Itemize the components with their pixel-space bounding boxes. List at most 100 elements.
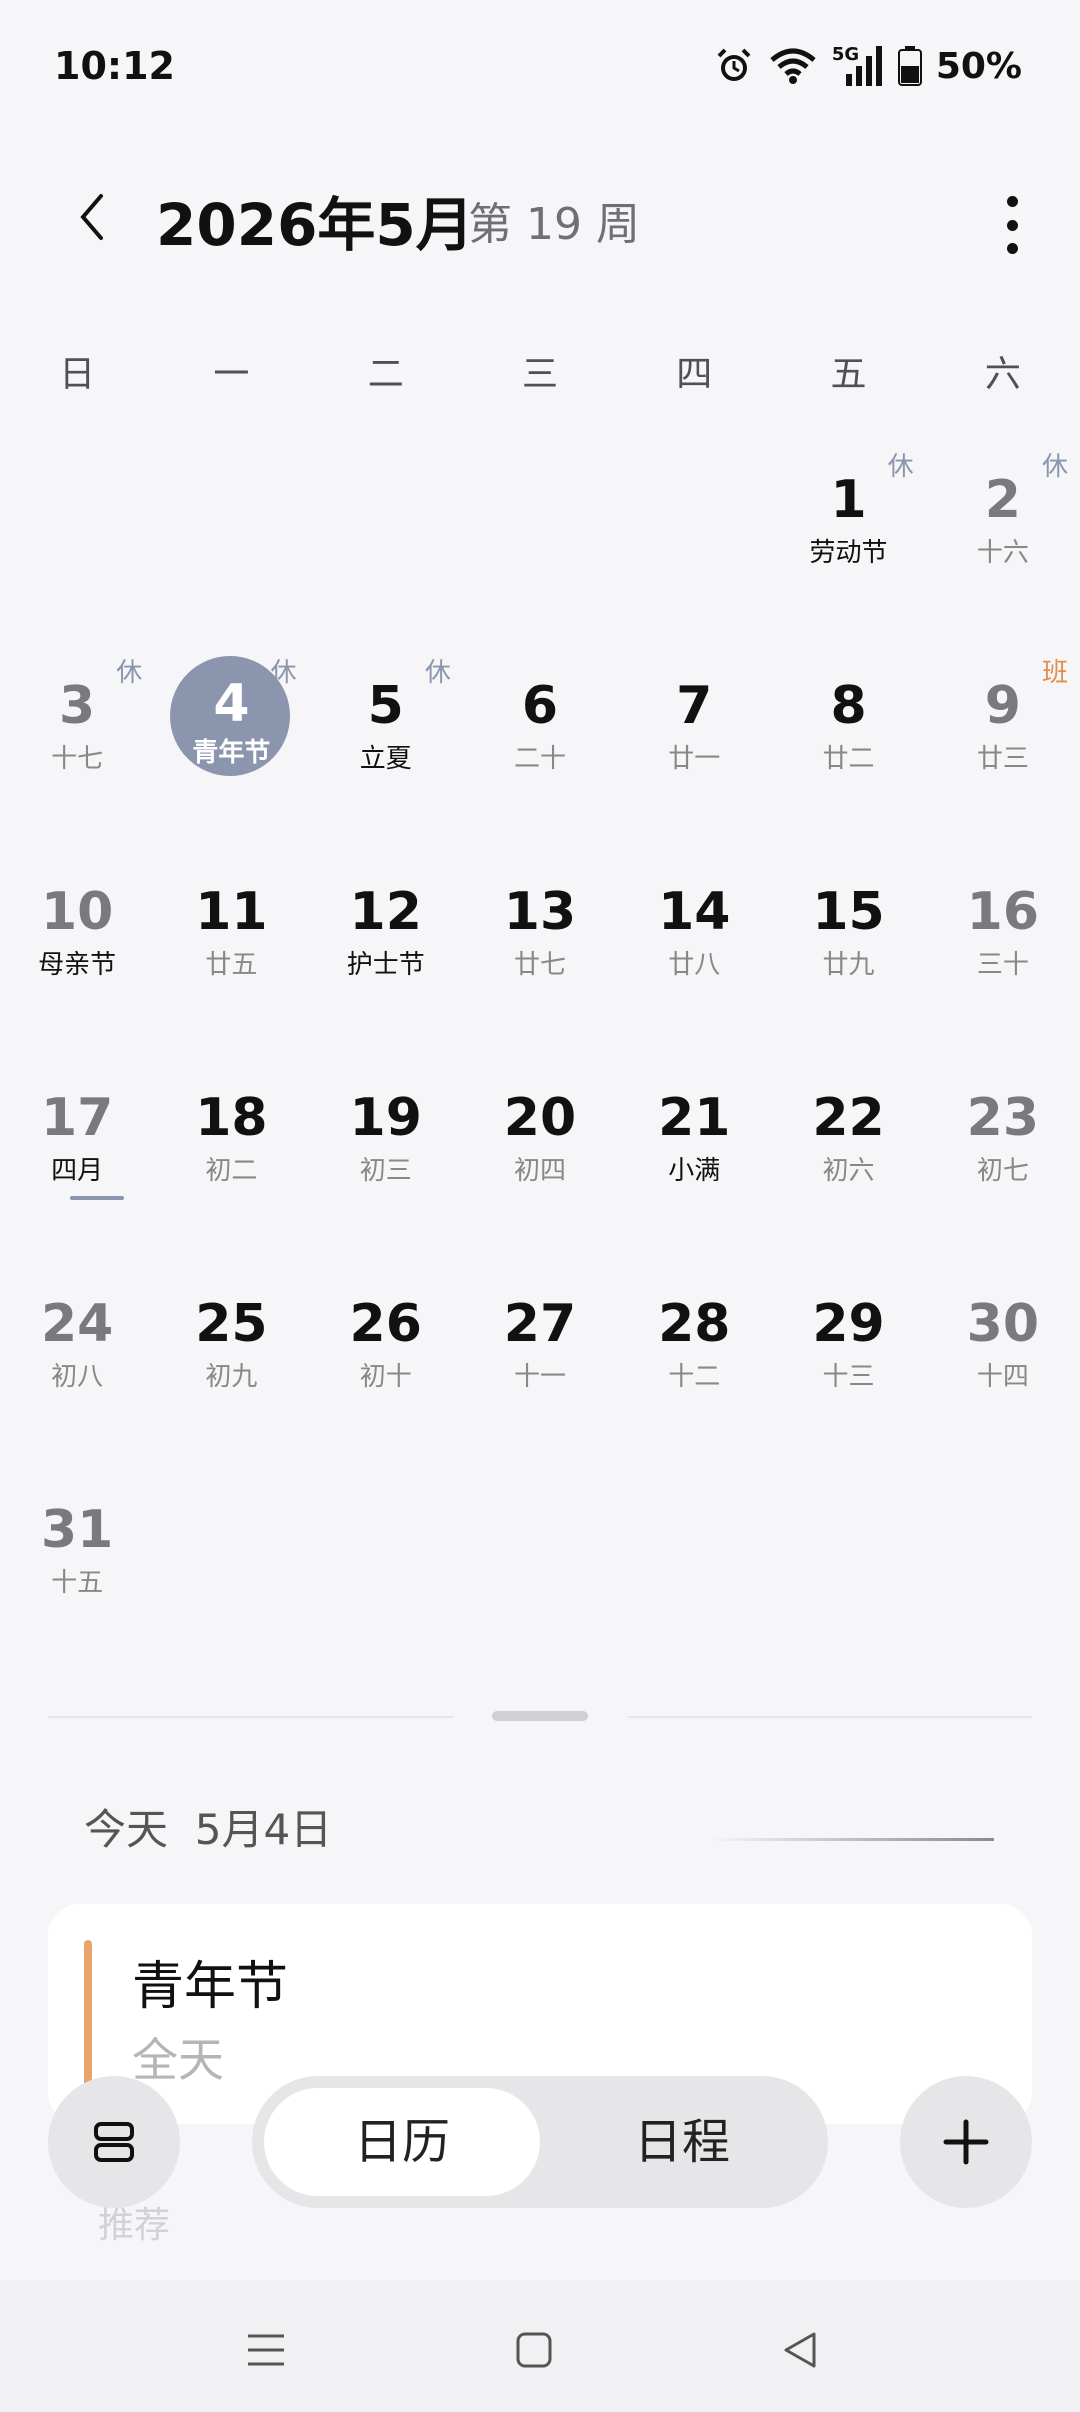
battery-percent: 50% — [935, 45, 1022, 87]
day-cell[interactable]: 3 十七休 — [0, 636, 154, 842]
day-cell[interactable]: 14 廿八 — [617, 842, 771, 1048]
day-number: 12 — [349, 882, 422, 942]
back-triangle-icon — [784, 2332, 816, 2368]
month-title[interactable]: 2026年5月 — [156, 178, 474, 262]
day-cell[interactable]: 16 三十 — [926, 842, 1080, 1048]
day-cell[interactable]: 15 廿九 — [771, 842, 925, 1048]
lunar-label: 廿二 — [822, 744, 875, 774]
day-cell[interactable]: 28 十二 — [617, 1254, 771, 1460]
lunar-label: 初八 — [51, 1362, 104, 1392]
battery-icon — [897, 46, 922, 86]
back-nav-button[interactable] — [760, 2310, 840, 2390]
lunar-label: 十一 — [513, 1362, 566, 1392]
lunar-label: 护士节 — [346, 950, 425, 980]
empty-day-cell — [154, 430, 308, 636]
day-number: 25 — [195, 1294, 268, 1354]
day-cell[interactable]: 18 初二 — [154, 1048, 308, 1254]
chevron-left-icon — [80, 194, 103, 240]
day-cell[interactable]: 6 二十 — [463, 636, 617, 842]
lunar-label: 初二 — [205, 1156, 258, 1186]
day-number: 31 — [40, 1500, 114, 1560]
layout-toggle-button[interactable] — [48, 2076, 180, 2208]
layout-icon — [94, 2122, 134, 2162]
day-number: 8 — [830, 676, 867, 736]
day-number: 6 — [521, 676, 559, 736]
day-cell[interactable]: 20 初四 — [463, 1048, 617, 1254]
day-cell[interactable]: 23 初七 — [926, 1048, 1080, 1254]
day-cell[interactable]: 7 廿一 — [617, 636, 771, 842]
lunar-label: 母亲节 — [38, 950, 117, 980]
day-cell[interactable]: 21 小满 — [617, 1048, 771, 1254]
add-event-button[interactable] — [900, 2076, 1032, 2208]
lunar-label: 廿七 — [513, 950, 566, 980]
day-cell[interactable]: 24 初八 — [0, 1254, 154, 1460]
lunar-label: 劳动节 — [809, 538, 888, 568]
menu-icon — [248, 2334, 284, 2366]
week-row: 31 十五 — [0, 1460, 1080, 1666]
weekday-label: 三 — [521, 354, 558, 395]
more-options-button[interactable] — [992, 190, 1032, 260]
lunar-label: 初四 — [513, 1156, 566, 1186]
status-time: 10:12 — [54, 44, 175, 88]
day-cell[interactable]: 27 十一 — [463, 1254, 617, 1460]
empty-day-cell — [617, 1460, 771, 1666]
back-button[interactable] — [62, 182, 122, 252]
day-number: 11 — [195, 882, 268, 942]
home-button[interactable] — [494, 2310, 574, 2390]
day-cell[interactable]: 4 青年节休 — [154, 636, 308, 842]
day-number: 24 — [40, 1294, 114, 1354]
lunar-label: 立夏 — [359, 744, 412, 774]
day-cell[interactable]: 25 初九 — [154, 1254, 308, 1460]
empty-day-cell — [926, 1460, 1080, 1666]
day-cell[interactable]: 12 护士节 — [309, 842, 463, 1048]
day-cell[interactable]: 29 十三 — [771, 1254, 925, 1460]
calendar-grid: 1 劳动节休 2 十六休 3 十七休 4 青年节休 5 立夏休 6 二十 7 廿一 8 廿二 9 廿三班 10 母亲节… — [0, 430, 1080, 1666]
day-cell[interactable]: 1 劳动节休 — [771, 430, 925, 636]
day-cell[interactable]: 26 初十 — [309, 1254, 463, 1460]
day-cell[interactable]: 13 廿七 — [463, 842, 617, 1048]
lunar-label: 十四 — [976, 1362, 1029, 1392]
day-cell[interactable]: 17 四月 — [0, 1048, 154, 1254]
day-cell[interactable]: 9 廿三班 — [926, 636, 1080, 842]
month-start-marker — [70, 1196, 124, 1200]
day-cell[interactable]: 19 初三 — [309, 1048, 463, 1254]
5g-signal-icon: 5G — [832, 44, 884, 88]
tab-schedule[interactable]: 日程 — [544, 2088, 820, 2196]
day-number: 15 — [812, 882, 885, 942]
day-cell[interactable]: 2 十六休 — [926, 430, 1080, 636]
empty-day-cell — [463, 1460, 617, 1666]
alarm-icon — [714, 46, 754, 86]
day-number: 22 — [812, 1088, 885, 1148]
lunar-label: 初十 — [359, 1362, 412, 1392]
tab-calendar[interactable]: 日历 — [264, 2088, 540, 2196]
day-cell[interactable]: 10 母亲节 — [0, 842, 154, 1048]
lunar-label: 十三 — [822, 1362, 875, 1392]
drag-handle[interactable] — [492, 1711, 588, 1721]
day-number: 19 — [349, 1088, 422, 1148]
day-cell[interactable]: 5 立夏休 — [309, 636, 463, 842]
day-cell[interactable]: 11 廿五 — [154, 842, 308, 1048]
status-icons: 5G 50% — [714, 44, 1022, 88]
day-cell[interactable]: 30 十四 — [926, 1254, 1080, 1460]
empty-day-cell — [617, 430, 771, 636]
day-number: 17 — [40, 1088, 114, 1148]
day-cell[interactable]: 8 廿二 — [771, 636, 925, 842]
lunar-label: 十五 — [51, 1568, 104, 1598]
holiday-tag: 休 — [270, 658, 297, 688]
day-cell[interactable]: 22 初六 — [771, 1048, 925, 1254]
empty-day-cell — [154, 1460, 308, 1666]
lunar-label: 十六 — [976, 538, 1029, 568]
weekday-label: 日 — [59, 354, 96, 395]
day-number: 13 — [503, 882, 577, 942]
today-divider — [710, 1838, 994, 1841]
lunar-label: 初三 — [359, 1156, 412, 1186]
calendar-header: 2026年5月 第 19 周 — [0, 160, 1080, 270]
lunar-label: 廿八 — [668, 950, 721, 980]
lunar-label: 四月 — [51, 1156, 104, 1186]
today-label: 今天 5月4日 — [84, 1796, 332, 1857]
week-number: 第 19 周 — [468, 199, 640, 250]
lunar-label: 初六 — [822, 1156, 875, 1186]
recent-apps-button[interactable] — [226, 2310, 306, 2390]
day-cell[interactable]: 31 十五 — [0, 1460, 154, 1666]
lunar-label: 十二 — [668, 1362, 721, 1392]
